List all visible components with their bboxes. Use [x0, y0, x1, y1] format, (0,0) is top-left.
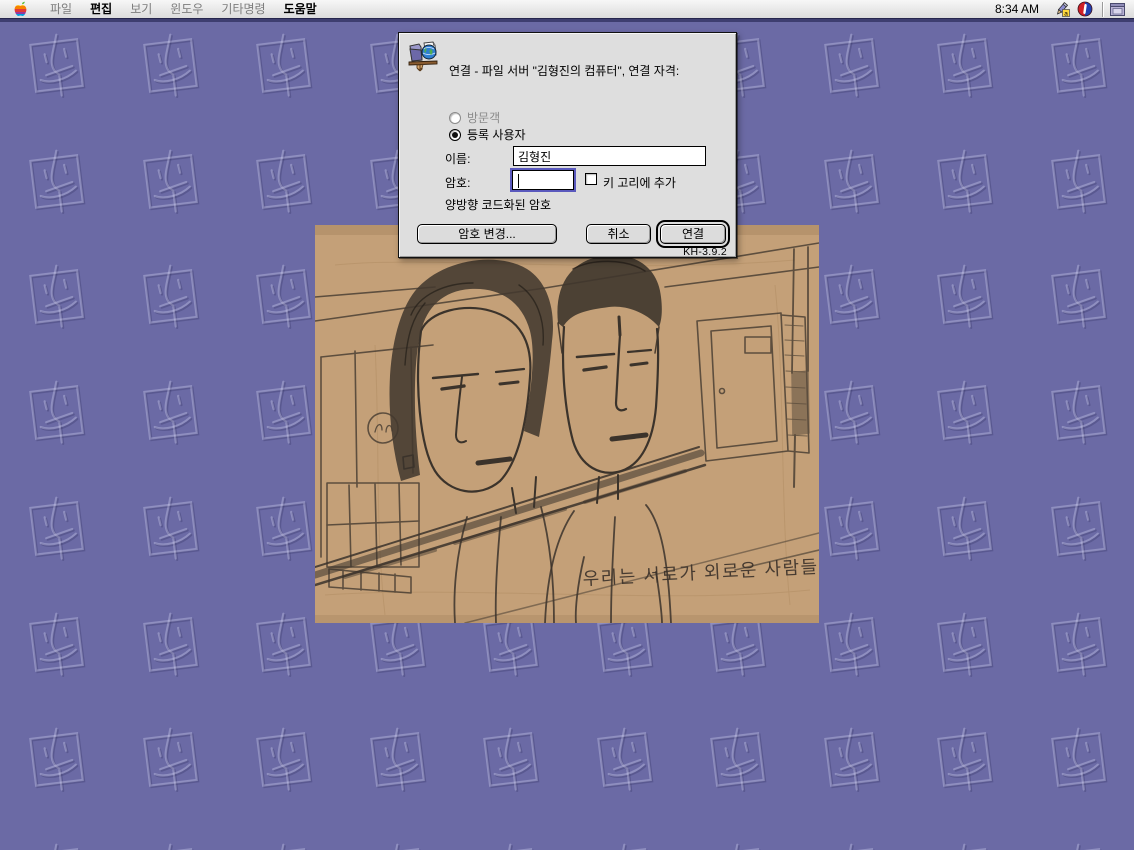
finder-face-watermark: [933, 148, 996, 215]
finder-face-watermark: [820, 611, 883, 678]
name-input[interactable]: [513, 146, 706, 166]
finder-face-watermark: [252, 148, 315, 215]
finder-face-watermark: [366, 726, 429, 793]
finder-face-watermark: [820, 263, 883, 330]
finder-face-watermark: [252, 32, 315, 99]
finder-face-watermark: [820, 842, 883, 850]
cancel-button[interactable]: 취소: [586, 224, 651, 244]
menu-commands[interactable]: 기타명령: [212, 0, 274, 19]
finder-face-watermark: [1047, 611, 1110, 678]
finder-face-watermark: [366, 842, 429, 850]
finder-face-watermark: [479, 726, 542, 793]
application-menu-icon: [1109, 2, 1126, 17]
finder-face-watermark: [1047, 32, 1110, 99]
finder-face-watermark: [139, 32, 202, 99]
file-server-connect-icon: [407, 40, 441, 72]
finder-face-watermark: [25, 32, 88, 99]
rainbow-apple-icon: [12, 1, 27, 17]
finder-face-watermark: [933, 263, 996, 330]
finder-face-watermark: [593, 726, 656, 793]
finder-face-watermark: [139, 148, 202, 215]
dialog-title: 연결 - 파일 서버 "김형진의 컴퓨터", 연결 자격:: [449, 64, 729, 78]
finder-face-watermark: [1047, 842, 1110, 850]
finder-face-watermark: [25, 263, 88, 330]
finder-face-watermark: [252, 379, 315, 446]
radio-guest[interactable]: 방문객: [449, 109, 500, 126]
finder-face-watermark: [1047, 379, 1110, 446]
finder-face-watermark: [820, 726, 883, 793]
menu-window[interactable]: 윈도우: [161, 0, 212, 19]
finder-face-watermark: [706, 726, 769, 793]
finder-face-watermark: [25, 726, 88, 793]
svg-text:a: a: [1064, 10, 1068, 17]
finder-face-watermark: [25, 842, 88, 850]
finder-face-watermark: [933, 495, 996, 562]
finder-face-watermark: [479, 842, 542, 850]
change-password-button[interactable]: 암호 변경...: [417, 224, 557, 244]
finder-face-watermark: [139, 842, 202, 850]
finder-face-watermark: [139, 263, 202, 330]
radio-registered-user[interactable]: 등록 사용자: [449, 126, 526, 143]
keychain-checkbox-label: 키 고리에 추가: [603, 174, 676, 191]
finder-face-watermark: [252, 495, 315, 562]
password-focus-ring: [510, 168, 576, 192]
finder-face-watermark: [139, 726, 202, 793]
finder-face-watermark: [933, 32, 996, 99]
desktop-picture: 우리는 서로가 외로운 사람들: [315, 225, 819, 623]
finder-face-watermark: [820, 495, 883, 562]
keychain-checkbox[interactable]: [585, 173, 597, 185]
finder-face-watermark: [139, 495, 202, 562]
password-label: 암호:: [445, 174, 470, 191]
finder-face-watermark: [139, 611, 202, 678]
finder-face-watermark: [933, 842, 996, 850]
finder-face-watermark: [252, 263, 315, 330]
finder-face-watermark: [25, 148, 88, 215]
finder-face-watermark: [820, 32, 883, 99]
menu-clock[interactable]: 8:34 AM: [985, 2, 1049, 16]
finder-face-watermark: [820, 379, 883, 446]
connect-button[interactable]: 연결: [660, 224, 726, 244]
finder-face-watermark: [1047, 263, 1110, 330]
menu-file[interactable]: 파일: [41, 0, 81, 19]
radio-registered-user-circle[interactable]: [449, 129, 461, 141]
finder-face-watermark: [25, 379, 88, 446]
connect-dialog: 연결 - 파일 서버 "김형진의 컴퓨터", 연결 자격: 방문객 등록 사용자…: [398, 32, 737, 258]
finder-face-watermark: [139, 379, 202, 446]
menu-view[interactable]: 보기: [121, 0, 161, 19]
finder-face-watermark: [1047, 726, 1110, 793]
input-method-pencil-icon[interactable]: a: [1052, 1, 1070, 18]
finder-face-watermark: [933, 611, 996, 678]
menu-bar: 파일 편집 보기 윈도우 기타명령 도움말 8:34 AM a: [0, 0, 1134, 19]
menu-help[interactable]: 도움말: [275, 0, 326, 19]
encryption-note: 양방향 코드화된 암호: [445, 196, 551, 213]
text-caret: [518, 174, 519, 188]
menu-edit[interactable]: 편집: [81, 0, 121, 19]
radio-guest-label: 방문객: [467, 109, 500, 126]
radio-registered-user-label: 등록 사용자: [467, 126, 526, 143]
red-blue-app-icon[interactable]: [1076, 1, 1094, 18]
menu-bar-divider: [1102, 2, 1104, 17]
finder-face-watermark: [25, 611, 88, 678]
finder-face-watermark: [252, 726, 315, 793]
finder-face-watermark: [820, 148, 883, 215]
name-label: 이름:: [445, 150, 470, 167]
finder-face-watermark: [593, 842, 656, 850]
application-menu[interactable]: [1109, 2, 1134, 17]
password-input[interactable]: [512, 170, 574, 190]
radio-guest-circle[interactable]: [449, 112, 461, 124]
apple-menu[interactable]: [12, 1, 27, 17]
finder-face-watermark: [933, 726, 996, 793]
finder-face-watermark: [706, 842, 769, 850]
finder-face-watermark: [933, 379, 996, 446]
finder-face-watermark: [1047, 148, 1110, 215]
finder-face-watermark: [25, 495, 88, 562]
version-label: KH-3.9.2: [683, 246, 727, 258]
finder-face-watermark: [252, 842, 315, 850]
finder-face-watermark: [252, 611, 315, 678]
finder-face-watermark: [1047, 495, 1110, 562]
